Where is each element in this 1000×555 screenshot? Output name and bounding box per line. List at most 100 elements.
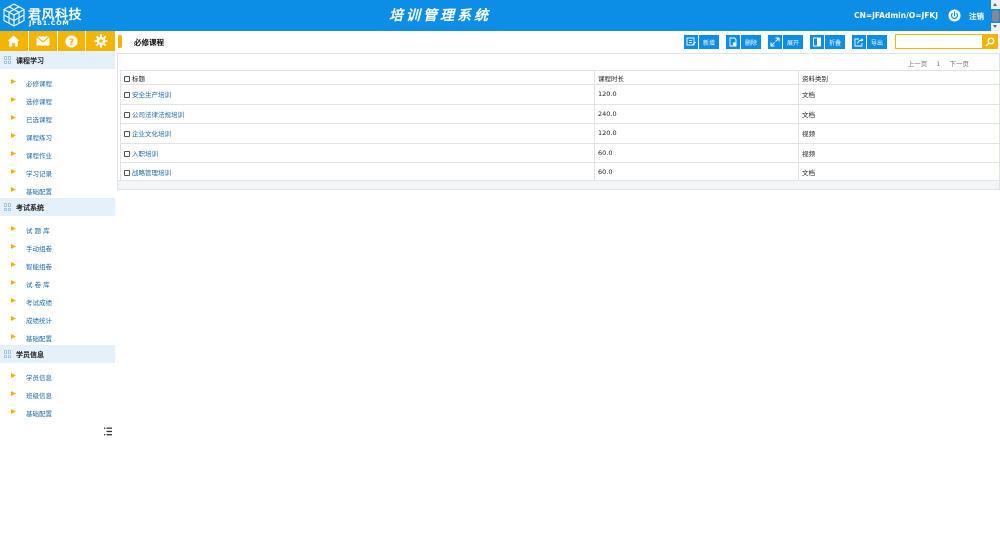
chevron-right-icon bbox=[11, 115, 16, 120]
sidebar-item-smart-paper[interactable]: 智能组卷 bbox=[0, 256, 115, 273]
help-button[interactable]: ? bbox=[58, 31, 87, 51]
svg-text:?: ? bbox=[69, 38, 74, 48]
logo: 君风科技 JFB1.COM bbox=[2, 3, 112, 28]
export-icon bbox=[854, 38, 864, 47]
prev-page-link[interactable]: 上一页 bbox=[908, 60, 928, 68]
grid-footer bbox=[118, 180, 999, 189]
chevron-right-icon bbox=[11, 409, 16, 414]
new-button[interactable]: 新增 bbox=[684, 35, 720, 49]
course-title-cell[interactable]: 企业文化培训 bbox=[120, 123, 595, 144]
chevron-right-icon bbox=[11, 316, 16, 321]
collapse-button[interactable]: 折叠 bbox=[810, 35, 846, 49]
scroll-up-button[interactable] bbox=[991, 0, 1000, 9]
course-type-cell: 文档 bbox=[798, 84, 1000, 105]
section-header-exam[interactable]: 考试系统 bbox=[0, 198, 115, 216]
mail-icon bbox=[36, 36, 50, 46]
row-checkbox[interactable] bbox=[124, 111, 130, 118]
sidebar-item-selected-course[interactable]: 已选课程 bbox=[0, 109, 115, 126]
course-type-cell: 视频 bbox=[798, 142, 1000, 163]
course-type-cell: 视频 bbox=[798, 123, 1000, 144]
course-title-cell[interactable]: 安全生产培训 bbox=[120, 84, 595, 105]
sidebar-item-manual-paper[interactable]: 手动组卷 bbox=[0, 238, 115, 255]
course-title-cell[interactable]: 入职培训 bbox=[120, 142, 595, 163]
sidebar-item-elective-course[interactable]: 选修课程 bbox=[0, 91, 115, 108]
home-icon bbox=[7, 35, 20, 47]
column-header-duration[interactable]: 课程时长 bbox=[594, 70, 799, 85]
chevron-right-icon bbox=[11, 298, 16, 303]
select-all-checkbox[interactable] bbox=[124, 75, 130, 82]
sidebar: ? 课程学习 必修课程 选修课程 已选课程 课程练习 课程作业 学习记录 基础配… bbox=[0, 31, 115, 555]
logo-domain: JFB1.COM bbox=[29, 19, 70, 27]
row-checkbox[interactable] bbox=[124, 131, 130, 138]
logo-cube-icon bbox=[3, 3, 25, 27]
sidebar-item-student-config[interactable]: 基础配置 bbox=[0, 403, 115, 420]
sidebar-item-score-stats[interactable]: 成绩统计 bbox=[0, 310, 115, 327]
settings-button[interactable] bbox=[86, 31, 115, 51]
expand-icon bbox=[770, 37, 780, 47]
chevron-right-icon bbox=[11, 169, 16, 174]
sidebar-item-paper-bank[interactable]: 试 卷 库 bbox=[0, 274, 115, 291]
course-table: 标题 课程时长 资料类别 安全生产培训 120.0 文档 公司法律法规培训 24… bbox=[120, 70, 1000, 183]
chevron-right-icon bbox=[11, 334, 16, 339]
chevron-right-icon bbox=[11, 79, 16, 84]
search-button[interactable] bbox=[982, 34, 998, 49]
course-title-link[interactable]: 战略管理培训 bbox=[132, 169, 171, 177]
power-icon[interactable] bbox=[948, 9, 961, 22]
sidebar-item-course-config[interactable]: 基础配置 bbox=[0, 181, 115, 198]
scrollbar-thumb[interactable] bbox=[992, 10, 999, 22]
sidebar-item-course-practice[interactable]: 课程练习 bbox=[0, 127, 115, 144]
home-button[interactable] bbox=[0, 31, 29, 51]
mail-button[interactable] bbox=[29, 31, 58, 51]
section-header-course[interactable]: 课程学习 bbox=[0, 51, 115, 69]
sidebar-item-student-info[interactable]: 学员信息 bbox=[0, 367, 115, 384]
course-title-link[interactable]: 企业文化培训 bbox=[132, 130, 171, 138]
table-header-row: 标题 课程时长 资料类别 bbox=[120, 70, 1000, 85]
sidebar-item-required-course[interactable]: 必修课程 bbox=[0, 73, 115, 90]
sidebar-item-question-bank[interactable]: 试 题 库 bbox=[0, 220, 115, 237]
search-input[interactable] bbox=[895, 34, 983, 49]
row-checkbox[interactable] bbox=[124, 150, 130, 157]
sidebar-toggle-icon[interactable] bbox=[104, 427, 112, 436]
page-marker bbox=[118, 35, 122, 48]
chevron-right-icon bbox=[11, 226, 16, 231]
chevron-right-icon bbox=[11, 133, 16, 138]
course-title-link[interactable]: 入职培训 bbox=[132, 150, 158, 158]
course-title-link[interactable]: 公司法律法规培训 bbox=[132, 111, 184, 119]
column-header-title[interactable]: 标题 bbox=[120, 70, 595, 85]
course-duration-cell: 120.0 bbox=[594, 123, 799, 144]
chevron-right-icon bbox=[11, 373, 16, 378]
course-type-cell: 文档 bbox=[798, 103, 1000, 124]
sidebar-item-class-info[interactable]: 班级信息 bbox=[0, 385, 115, 402]
app-title: 培训管理系统 bbox=[389, 8, 491, 24]
sidebar-item-exam-config[interactable]: 基础配置 bbox=[0, 328, 115, 345]
chevron-right-icon bbox=[11, 262, 16, 267]
table-row: 入职培训 60.0 视频 bbox=[120, 142, 1000, 163]
course-grid: 上一页 1 下一页 标题 课程时长 资料类别 安全生产培训 120.0 文档 公… bbox=[117, 53, 1000, 190]
grid-icon bbox=[4, 350, 12, 358]
section-header-student[interactable]: 学员信息 bbox=[0, 345, 115, 363]
column-header-type[interactable]: 资料类别 bbox=[798, 70, 1000, 85]
delete-doc-icon bbox=[729, 37, 737, 47]
collapse-icon bbox=[813, 37, 821, 47]
chevron-right-icon bbox=[11, 391, 16, 396]
current-page: 1 bbox=[936, 60, 941, 68]
course-title-cell[interactable]: 公司法律法规培训 bbox=[120, 103, 595, 124]
logout-link[interactable]: 注销 bbox=[969, 11, 984, 22]
scroll-down-button[interactable] bbox=[991, 23, 1000, 31]
delete-button[interactable]: 删除 bbox=[726, 35, 762, 49]
main-toolbar: 必修课程 新增 删除 展开 折叠 导出 bbox=[115, 31, 1000, 53]
help-icon: ? bbox=[65, 35, 78, 48]
sidebar-item-study-record[interactable]: 学习记录 bbox=[0, 163, 115, 180]
export-button[interactable]: 导出 bbox=[852, 35, 888, 49]
grid-icon bbox=[4, 56, 12, 64]
chevron-right-icon bbox=[11, 280, 16, 285]
expand-button[interactable]: 展开 bbox=[768, 35, 804, 49]
chevron-right-icon bbox=[11, 244, 16, 249]
next-page-link[interactable]: 下一页 bbox=[950, 60, 970, 68]
row-checkbox[interactable] bbox=[124, 92, 130, 99]
sidebar-item-exam-score[interactable]: 考试成绩 bbox=[0, 292, 115, 309]
pager: 上一页 1 下一页 bbox=[901, 58, 969, 68]
course-title-link[interactable]: 安全生产培训 bbox=[132, 91, 171, 99]
sidebar-item-course-homework[interactable]: 课程作业 bbox=[0, 145, 115, 162]
row-checkbox[interactable] bbox=[124, 170, 130, 177]
